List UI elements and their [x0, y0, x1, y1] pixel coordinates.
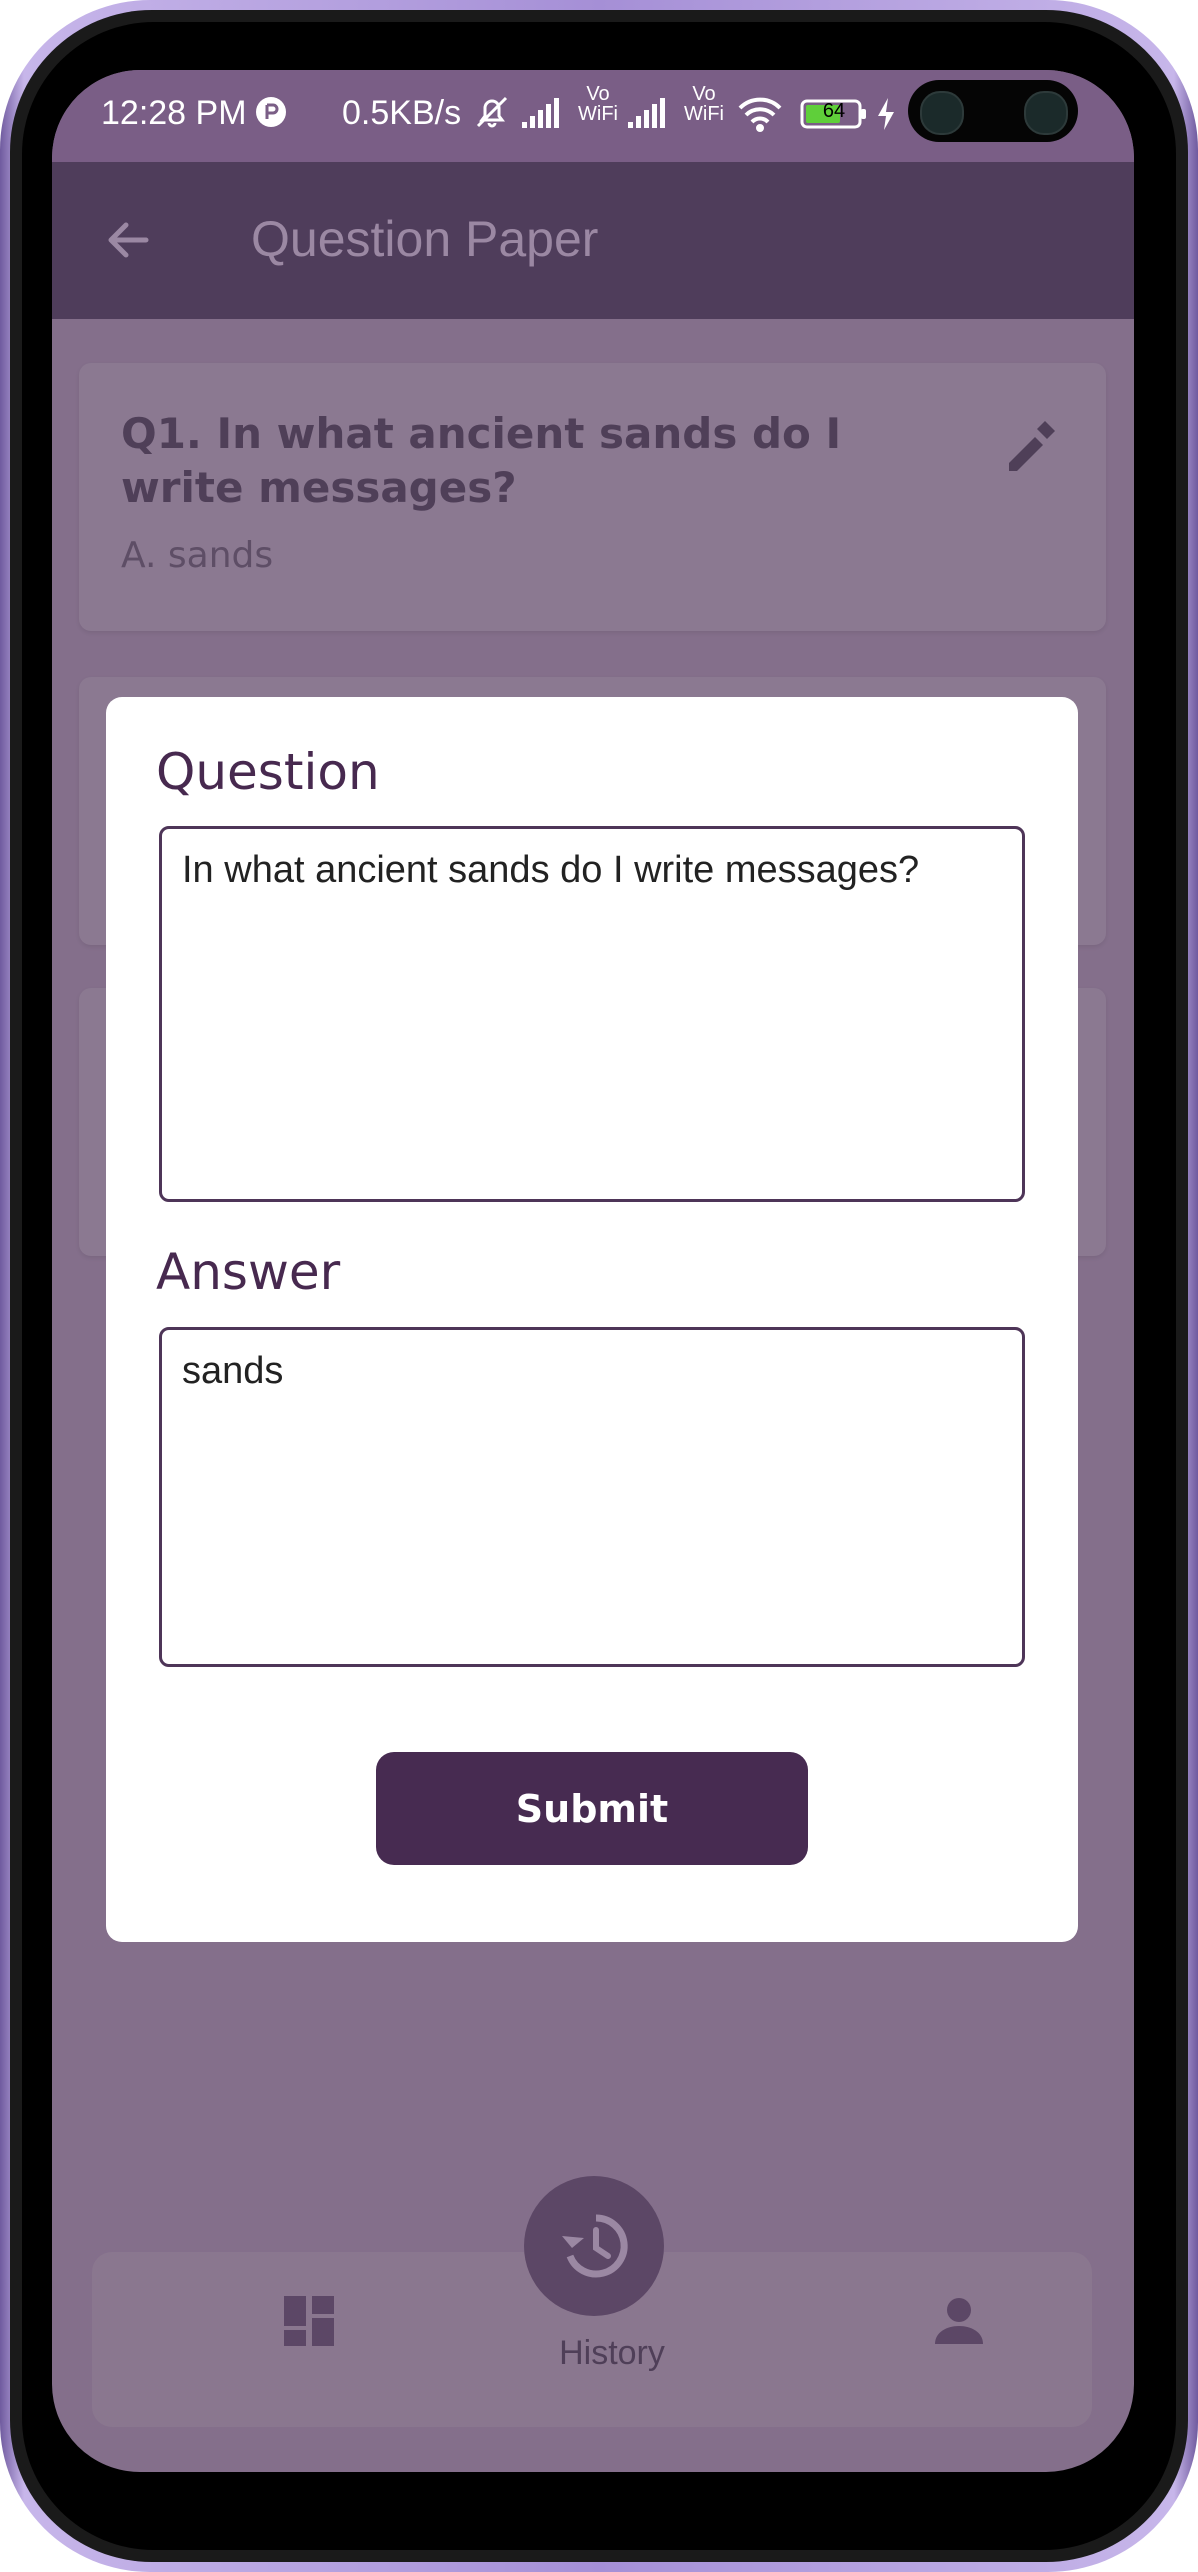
app-bar: Question Paper	[52, 162, 1134, 319]
app-notification-icon	[255, 96, 287, 128]
status-bar: 12:28 PM 0.5KB/s Vo WiFi Vo WiFi 64	[52, 70, 1134, 162]
question-input[interactable]: In what ancient sands do I write message…	[159, 826, 1025, 1202]
dashboard-icon[interactable]	[280, 2292, 338, 2350]
signal-icon-2	[626, 96, 676, 132]
history-fab[interactable]	[524, 2176, 664, 2316]
network-speed: 0.5KB/s	[342, 94, 462, 132]
history-label: History	[559, 2334, 665, 2372]
mute-icon	[472, 92, 512, 132]
page-title: Question Paper	[251, 211, 599, 267]
camera-cutout	[908, 80, 1078, 142]
status-time: 12:28 PM	[101, 94, 247, 132]
answer-label: Answer	[156, 1243, 341, 1301]
battery-level: 64	[822, 100, 846, 122]
volte-icon-1: Vo WiFi	[578, 83, 618, 125]
back-arrow-icon[interactable]	[100, 212, 156, 268]
edit-question-dialog: Question In what ancient sands do I writ…	[106, 697, 1078, 1942]
submit-button[interactable]: Submit	[376, 1752, 808, 1865]
signal-icon-1	[520, 96, 570, 132]
charging-icon	[874, 94, 898, 134]
history-icon	[562, 2214, 628, 2278]
answer-text: A. sands	[121, 535, 274, 576]
screen: 12:28 PM 0.5KB/s Vo WiFi Vo WiFi 64 Ques…	[52, 70, 1134, 2472]
question-card[interactable]: Q1. In what ancient sands do I write mes…	[79, 363, 1106, 631]
profile-icon[interactable]	[930, 2292, 988, 2350]
wifi-icon	[736, 94, 784, 134]
question-text: Q1. In what ancient sands do I write mes…	[121, 409, 842, 512]
edit-icon[interactable]	[1001, 413, 1065, 477]
volte-icon-2: Vo WiFi	[684, 83, 724, 125]
question-label: Question	[156, 743, 380, 801]
answer-input[interactable]: sands	[159, 1327, 1025, 1667]
